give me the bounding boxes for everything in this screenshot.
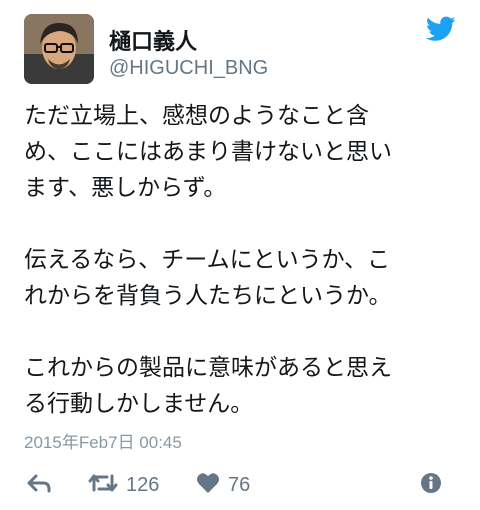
tweet-card: 樋口義人 @HIGUCHI_BNG ただ立場上、感想のようなこと含 め、ここには… [0,0,480,510]
twitter-bird-icon [425,16,456,42]
display-name[interactable]: 樋口義人 [109,24,197,56]
info-icon [420,472,442,498]
user-handle[interactable]: @HIGUCHI_BNG [109,57,268,80]
tweet-timestamp[interactable]: 2015年Feb7日 00:45 [24,428,182,453]
tweet-actions: 126 76 [24,470,456,500]
tweet-text: ただ立場上、感想のようなこと含 め、ここにはあまり書けないと思い ます、悪しから… [24,98,464,458]
like-count: 76 [228,473,251,496]
tweet-header: 樋口義人 @HIGUCHI_BNG [24,14,456,86]
more-info-button[interactable] [420,470,442,500]
reply-button[interactable] [26,470,52,500]
tweet-paragraph-3: これからの製品に意味があると思え る行動しかしません。 [24,355,392,417]
tweet-paragraph-1: ただ立場上、感想のようなこと含 め、ここにはあまり書けないと思い ます、悪しから… [24,103,392,201]
tweet-paragraph-2: 伝えるなら、チームにというか、こ れからを背負う人たちにというか。 [24,247,392,309]
heart-icon [196,472,220,498]
avatar[interactable] [24,14,94,84]
reply-icon [26,472,52,498]
like-button[interactable]: 76 [196,470,250,500]
retweet-icon [88,472,118,498]
retweet-button[interactable]: 126 [88,470,159,500]
avatar-portrait [24,14,94,84]
retweet-count: 126 [126,473,160,496]
